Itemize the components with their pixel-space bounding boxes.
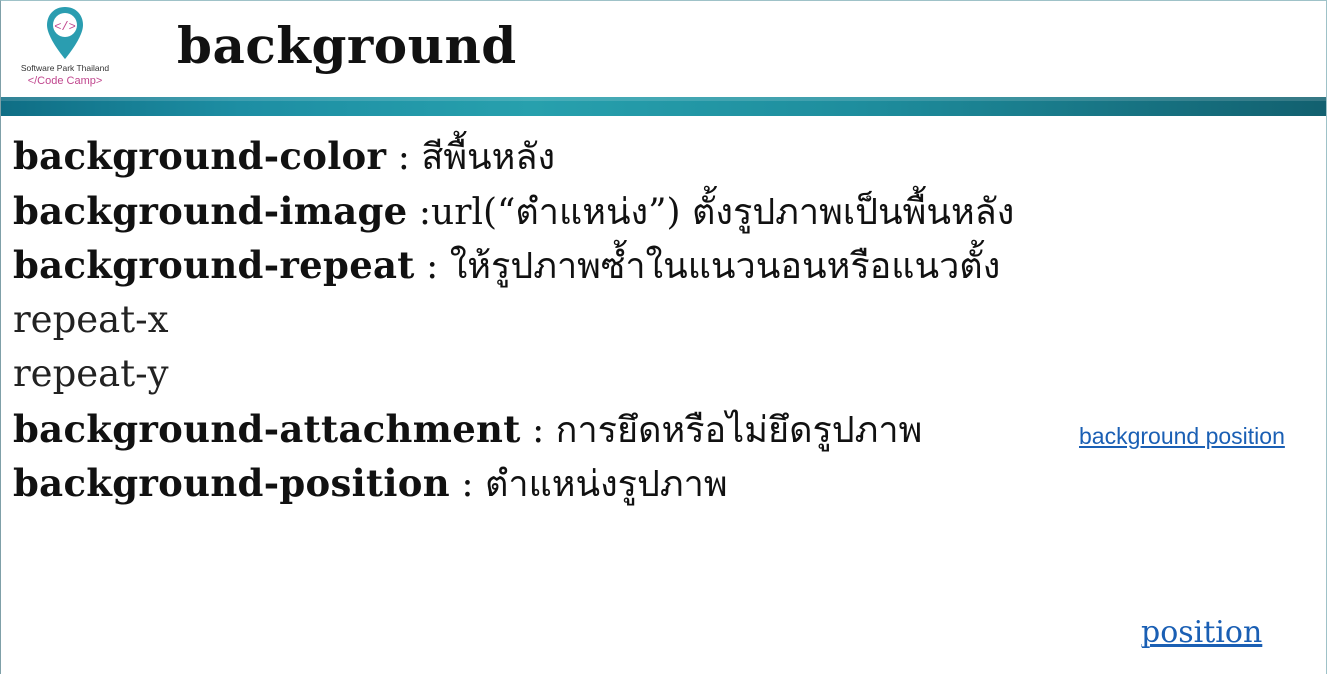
property-name: background-position [13, 461, 450, 505]
svg-text:</>: </> [54, 20, 76, 34]
list-item: repeat-y [13, 347, 1313, 402]
list-item: background-color : สีพื้นหลัง [13, 129, 1313, 184]
header-band [1, 97, 1326, 116]
property-description: : สีพื้นหลัง [386, 137, 556, 178]
position-link[interactable]: position [1141, 615, 1262, 650]
list-item: background-image :url(“ตำแหน่ง”) ตั้งรูป… [13, 184, 1313, 239]
page-title: background [177, 16, 517, 75]
property-description: : ให้รูปภาพซ้ำในแนวนอนหรือแนวตั้ง [414, 246, 1001, 287]
property-name: background-repeat [13, 243, 415, 287]
property-name: background-color [13, 134, 387, 178]
property-name: background-image [13, 188, 408, 233]
slide-header: </> Software Park Thailand </Code Camp> … [1, 1, 1326, 97]
property-description: : การยึดหรือไม่ยึดรูปภาพ [520, 409, 923, 451]
logo-org-name: Software Park Thailand [20, 63, 110, 73]
list-item: background-repeat : ให้รูปภาพซ้ำในแนวนอน… [13, 238, 1313, 293]
list-item: background-position : ตำแหน่งรูปภาพ [13, 456, 1313, 511]
repeat-value: repeat-x [13, 297, 169, 341]
property-list: background-color : สีพื้นหลัง background… [13, 129, 1313, 511]
property-name: background-attachment [13, 406, 521, 451]
list-item: repeat-x [13, 293, 1313, 348]
slide: </> Software Park Thailand </Code Camp> … [0, 0, 1327, 674]
code-map-pin-icon: </> [47, 7, 83, 59]
background-position-link[interactable]: background position [1079, 423, 1285, 450]
repeat-value: repeat-y [13, 352, 169, 395]
logo-brand: </Code Camp> [27, 75, 103, 87]
property-description: : ตำแหน่งรูปภาพ [449, 464, 728, 505]
property-description: :url(“ตำแหน่ง”) ตั้งรูปภาพเป็นพื้นหลัง [407, 191, 1015, 233]
software-park-logo: </> Software Park Thailand </Code Camp> [15, 5, 115, 93]
